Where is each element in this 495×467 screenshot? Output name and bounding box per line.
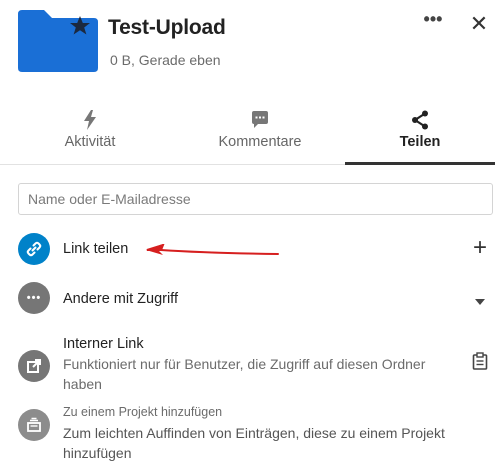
caret-down-icon[interactable] <box>468 292 492 310</box>
others-access-row[interactable]: ••• Andere mit Zugriff <box>18 281 493 315</box>
more-icon: ••• <box>423 9 443 29</box>
page-title: Test-Upload <box>108 16 226 39</box>
share-icon <box>345 110 495 132</box>
projects-icon <box>18 409 50 441</box>
project-label: Zu einem Projekt hinzufügen <box>63 405 223 419</box>
more-icon: ••• <box>18 282 50 314</box>
internal-link-label: Interner Link <box>63 336 144 352</box>
plus-icon[interactable]: + <box>468 235 492 261</box>
clipboard-icon[interactable] <box>468 352 492 375</box>
tab-share[interactable]: Teilen <box>345 110 495 166</box>
annotation-arrow <box>145 243 285 258</box>
external-link-icon <box>18 350 50 382</box>
file-meta: 0 B, Gerade eben <box>110 52 221 68</box>
close-button[interactable]: ✕ <box>466 12 492 38</box>
tab-activity[interactable]: Aktivität <box>40 110 140 166</box>
internal-link-row[interactable]: Interner Link Funktioniert nur für Benut… <box>18 334 493 392</box>
share-search-input[interactable] <box>18 183 493 215</box>
more-actions-button[interactable]: ••• <box>418 9 448 32</box>
internal-link-description: Funktioniert nur für Benutzer, die Zugri… <box>63 356 426 392</box>
tab-comments-label: Kommentare <box>218 134 302 150</box>
link-icon <box>18 233 50 265</box>
others-access-label: Andere mit Zugriff <box>63 291 178 307</box>
lightning-icon <box>40 110 140 132</box>
project-description: Zum leichten Auffinden von Einträgen, di… <box>63 425 445 461</box>
tab-comments[interactable]: Kommentare <box>200 110 320 166</box>
project-row[interactable]: Zu einem Projekt hinzufügen Zum leichten… <box>18 405 493 465</box>
tab-activity-label: Aktivität <box>64 134 116 150</box>
tab-share-label: Teilen <box>399 134 441 150</box>
folder-icon <box>18 10 98 72</box>
link-share-label: Link teilen <box>63 241 129 257</box>
active-tab-indicator <box>345 162 495 165</box>
comment-icon <box>200 110 320 132</box>
close-icon: ✕ <box>469 11 489 36</box>
